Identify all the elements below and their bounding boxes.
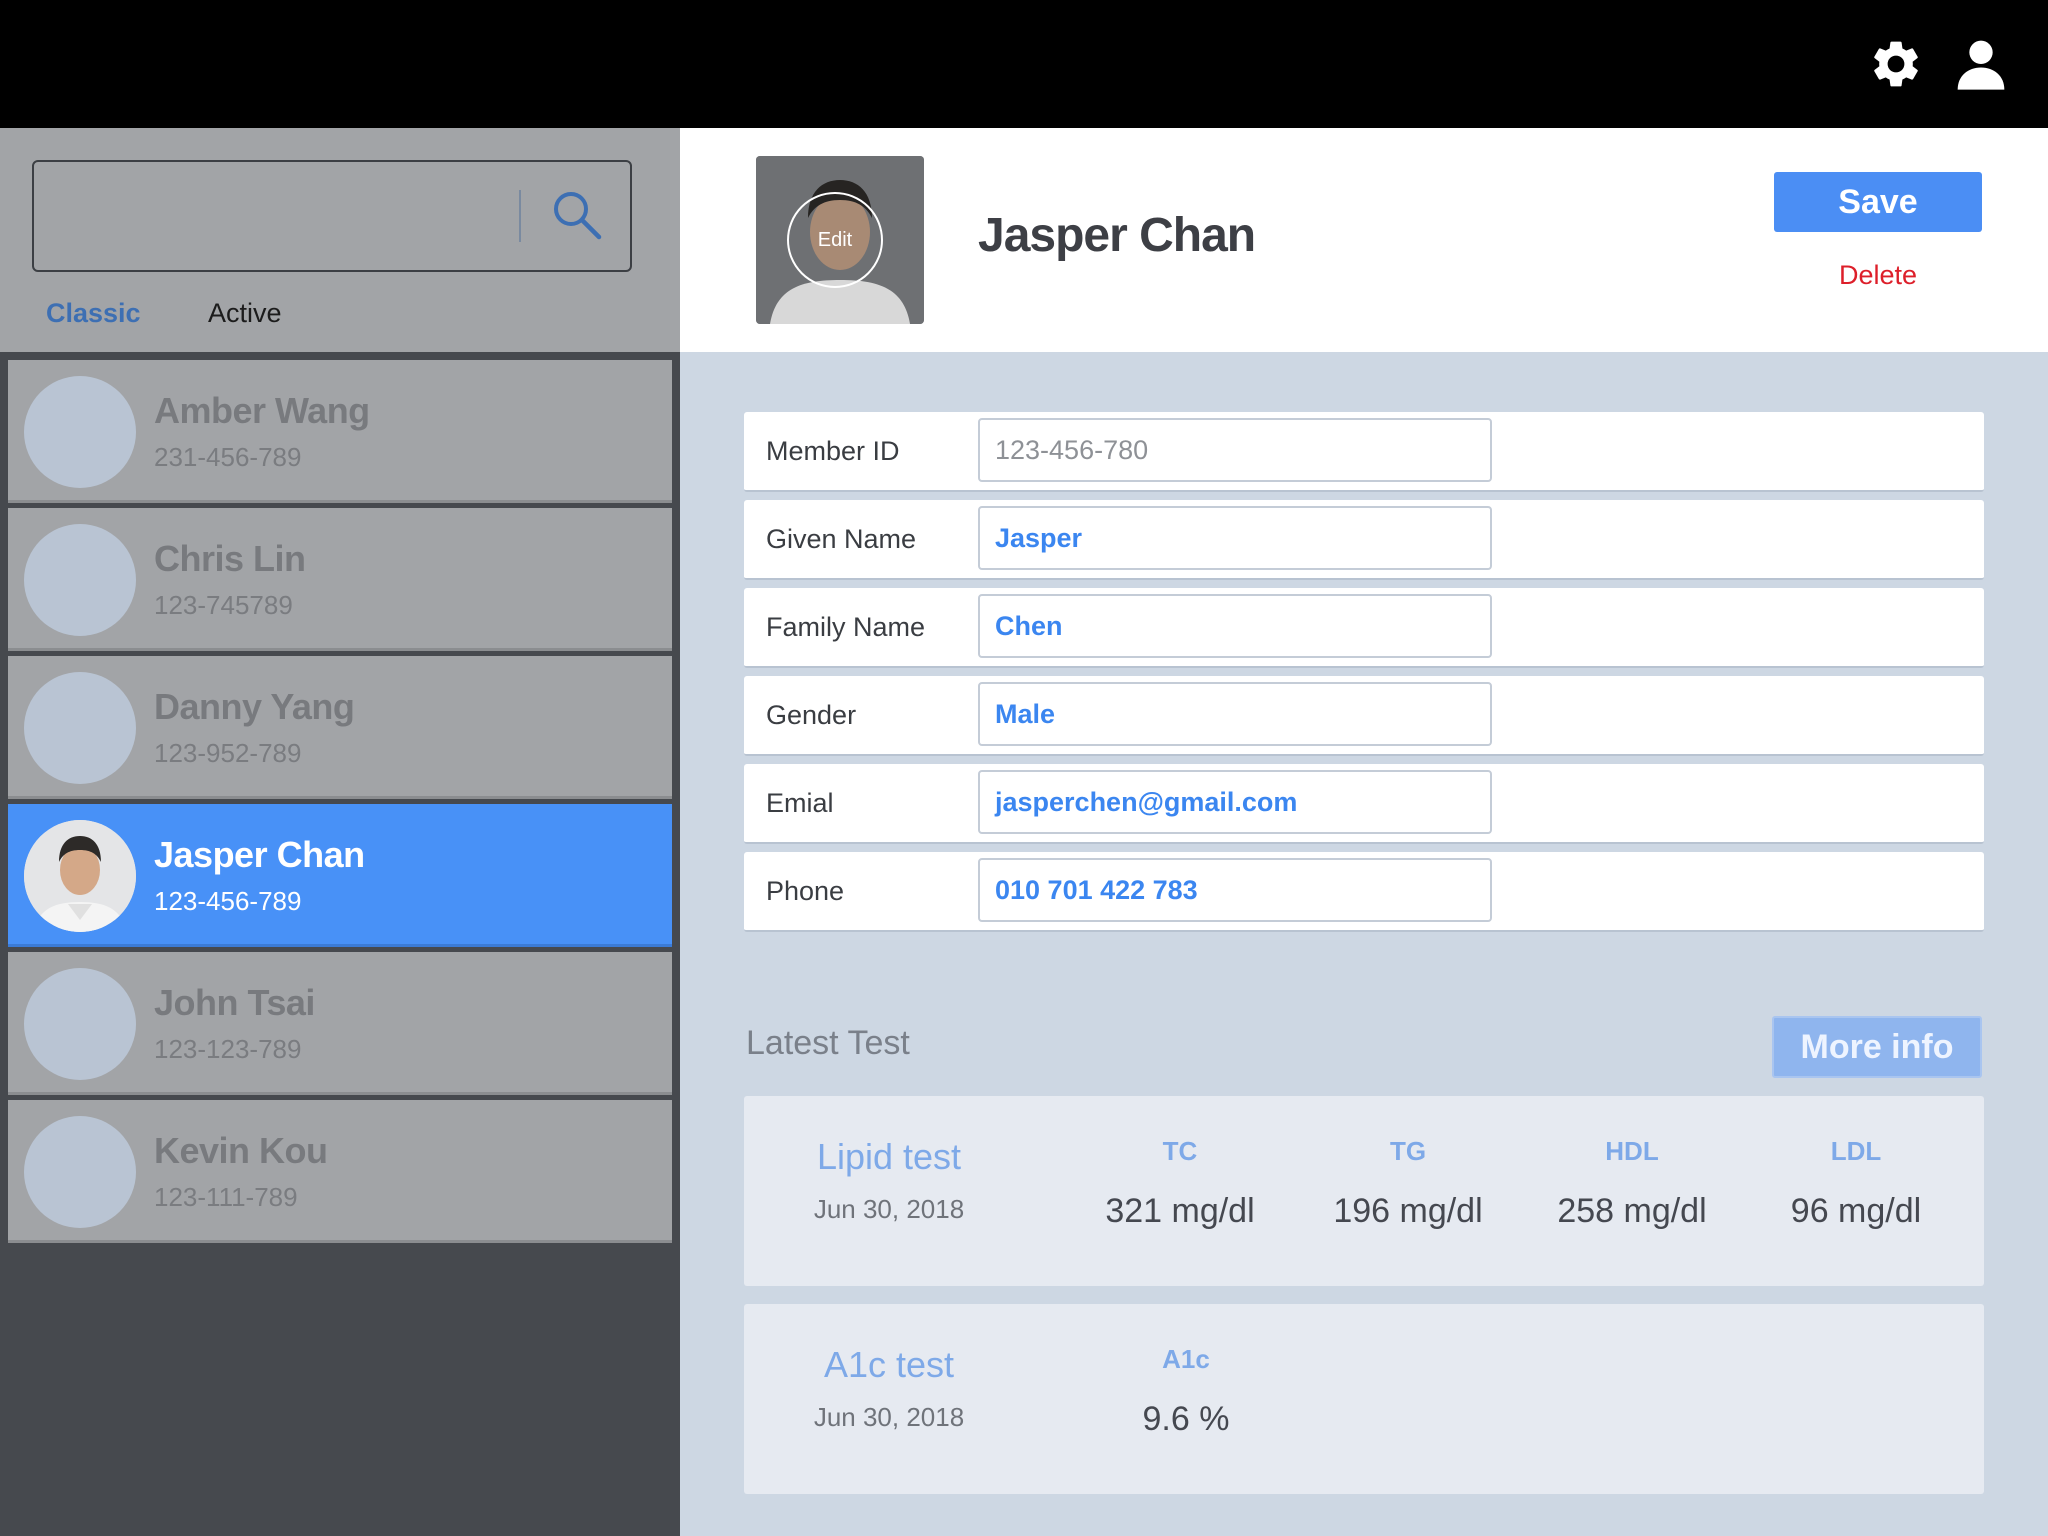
metric-label: LDL xyxy=(1830,1136,1882,1166)
metric-value: 258 mg/dl xyxy=(1557,1192,1707,1230)
given-name-field[interactable]: Jasper xyxy=(978,506,1492,570)
test-name: Lipid test xyxy=(816,1136,962,1177)
metric-value: 321 mg/dl xyxy=(1105,1192,1255,1230)
member-list: Amber Wang 231-456-789 Chris Lin 123-745… xyxy=(8,360,672,1248)
form-row-member-id: Member ID 123-456-780 xyxy=(744,412,1984,492)
form-row-family-name: Family Name Chen xyxy=(744,588,1984,668)
sidebar: Classic Active Amber Wang 231-456-789 Ch… xyxy=(0,128,680,1536)
search-input[interactable] xyxy=(32,160,632,272)
metric-value: 96 mg/dl xyxy=(1790,1192,1922,1230)
list-item[interactable]: Kevin Kou 123-111-789 xyxy=(8,1100,672,1243)
lipid-test-card: Lipid test Jun 30, 2018 TC 321 mg/dl TG … xyxy=(744,1096,1984,1286)
sidebar-header: Classic Active xyxy=(0,128,680,352)
test-date: Jun 30, 2018 xyxy=(813,1402,965,1432)
metric-label: HDL xyxy=(1605,1136,1659,1166)
tab-active[interactable]: Active xyxy=(208,298,282,329)
field-label: Gender xyxy=(766,700,857,730)
test-date: Jun 30, 2018 xyxy=(813,1194,965,1224)
metric-label: TG xyxy=(1389,1136,1427,1166)
list-item[interactable]: Danny Yang 123-952-789 xyxy=(8,656,672,799)
form-row-given-name: Given Name Jasper xyxy=(744,500,1984,580)
field-label: Member ID xyxy=(766,436,900,466)
field-label: Phone xyxy=(766,876,845,906)
member-phone: 123-745789 xyxy=(154,590,293,620)
test-name: A1c test xyxy=(823,1344,955,1385)
email-field[interactable]: jasperchen@gmail.com xyxy=(978,770,1492,834)
metric-value: 196 mg/dl xyxy=(1333,1192,1483,1230)
field-label: Family Name xyxy=(766,612,926,642)
member-name: John Tsai xyxy=(154,982,315,1023)
a1c-test-card: A1c test Jun 30, 2018 A1c 9.6 % xyxy=(744,1304,1984,1494)
avatar xyxy=(24,376,136,488)
profile-photo[interactable]: Edit xyxy=(756,156,924,324)
metric-label: A1c xyxy=(1162,1344,1210,1374)
member-name: Danny Yang xyxy=(154,686,355,727)
member-name: Kevin Kou xyxy=(154,1130,328,1171)
metric-value: 9.6 % xyxy=(1142,1400,1230,1438)
top-bar xyxy=(0,0,2048,128)
avatar-photo xyxy=(24,820,136,932)
phone-field[interactable]: 010 701 422 783 xyxy=(978,858,1492,922)
avatar xyxy=(24,968,136,1080)
user-icon[interactable] xyxy=(1953,36,2009,92)
edit-photo-button[interactable]: Edit xyxy=(787,192,883,288)
gender-field[interactable]: Male xyxy=(978,682,1492,746)
family-name-field[interactable]: Chen xyxy=(978,594,1492,658)
field-label: Emial xyxy=(766,788,834,818)
member-phone: 231-456-789 xyxy=(154,442,302,472)
member-name: Amber Wang xyxy=(154,390,370,431)
profile-header: Edit Jasper Chan Save Delete xyxy=(680,128,2048,352)
save-button[interactable]: Save xyxy=(1774,172,1982,232)
metric-label: TC xyxy=(1162,1136,1198,1166)
latest-test-title: Latest Test xyxy=(746,1024,910,1062)
avatar xyxy=(24,1116,136,1228)
list-item-selected[interactable]: Jasper Chan 123-456-789 xyxy=(8,804,672,947)
member-form: Member ID 123-456-780 Given Name Jasper … xyxy=(744,412,1984,940)
avatar xyxy=(24,820,136,932)
more-info-button[interactable]: More info xyxy=(1772,1016,1982,1078)
tab-classic[interactable]: Classic xyxy=(46,298,141,329)
delete-button[interactable]: Delete xyxy=(1774,260,1982,291)
list-item[interactable]: Amber Wang 231-456-789 xyxy=(8,360,672,503)
member-phone: 123-456-789 xyxy=(154,886,302,916)
member-phone: 123-111-789 xyxy=(154,1182,298,1212)
form-row-phone: Phone 010 701 422 783 xyxy=(744,852,1984,932)
avatar xyxy=(24,672,136,784)
avatar xyxy=(24,524,136,636)
field-label: Given Name xyxy=(766,524,917,554)
member-name: Jasper Chan xyxy=(154,834,365,875)
form-row-gender: Gender Male xyxy=(744,676,1984,756)
page-title: Jasper Chan xyxy=(978,209,1256,262)
member-name: Chris Lin xyxy=(154,538,306,579)
gear-icon[interactable] xyxy=(1868,36,1924,92)
list-item[interactable]: John Tsai 123-123-789 xyxy=(8,952,672,1095)
member-id-field[interactable]: 123-456-780 xyxy=(978,418,1492,482)
form-row-email: Emial jasperchen@gmail.com xyxy=(744,764,1984,844)
member-phone: 123-123-789 xyxy=(154,1034,302,1064)
member-phone: 123-952-789 xyxy=(154,738,302,768)
list-item[interactable]: Chris Lin 123-745789 xyxy=(8,508,672,651)
